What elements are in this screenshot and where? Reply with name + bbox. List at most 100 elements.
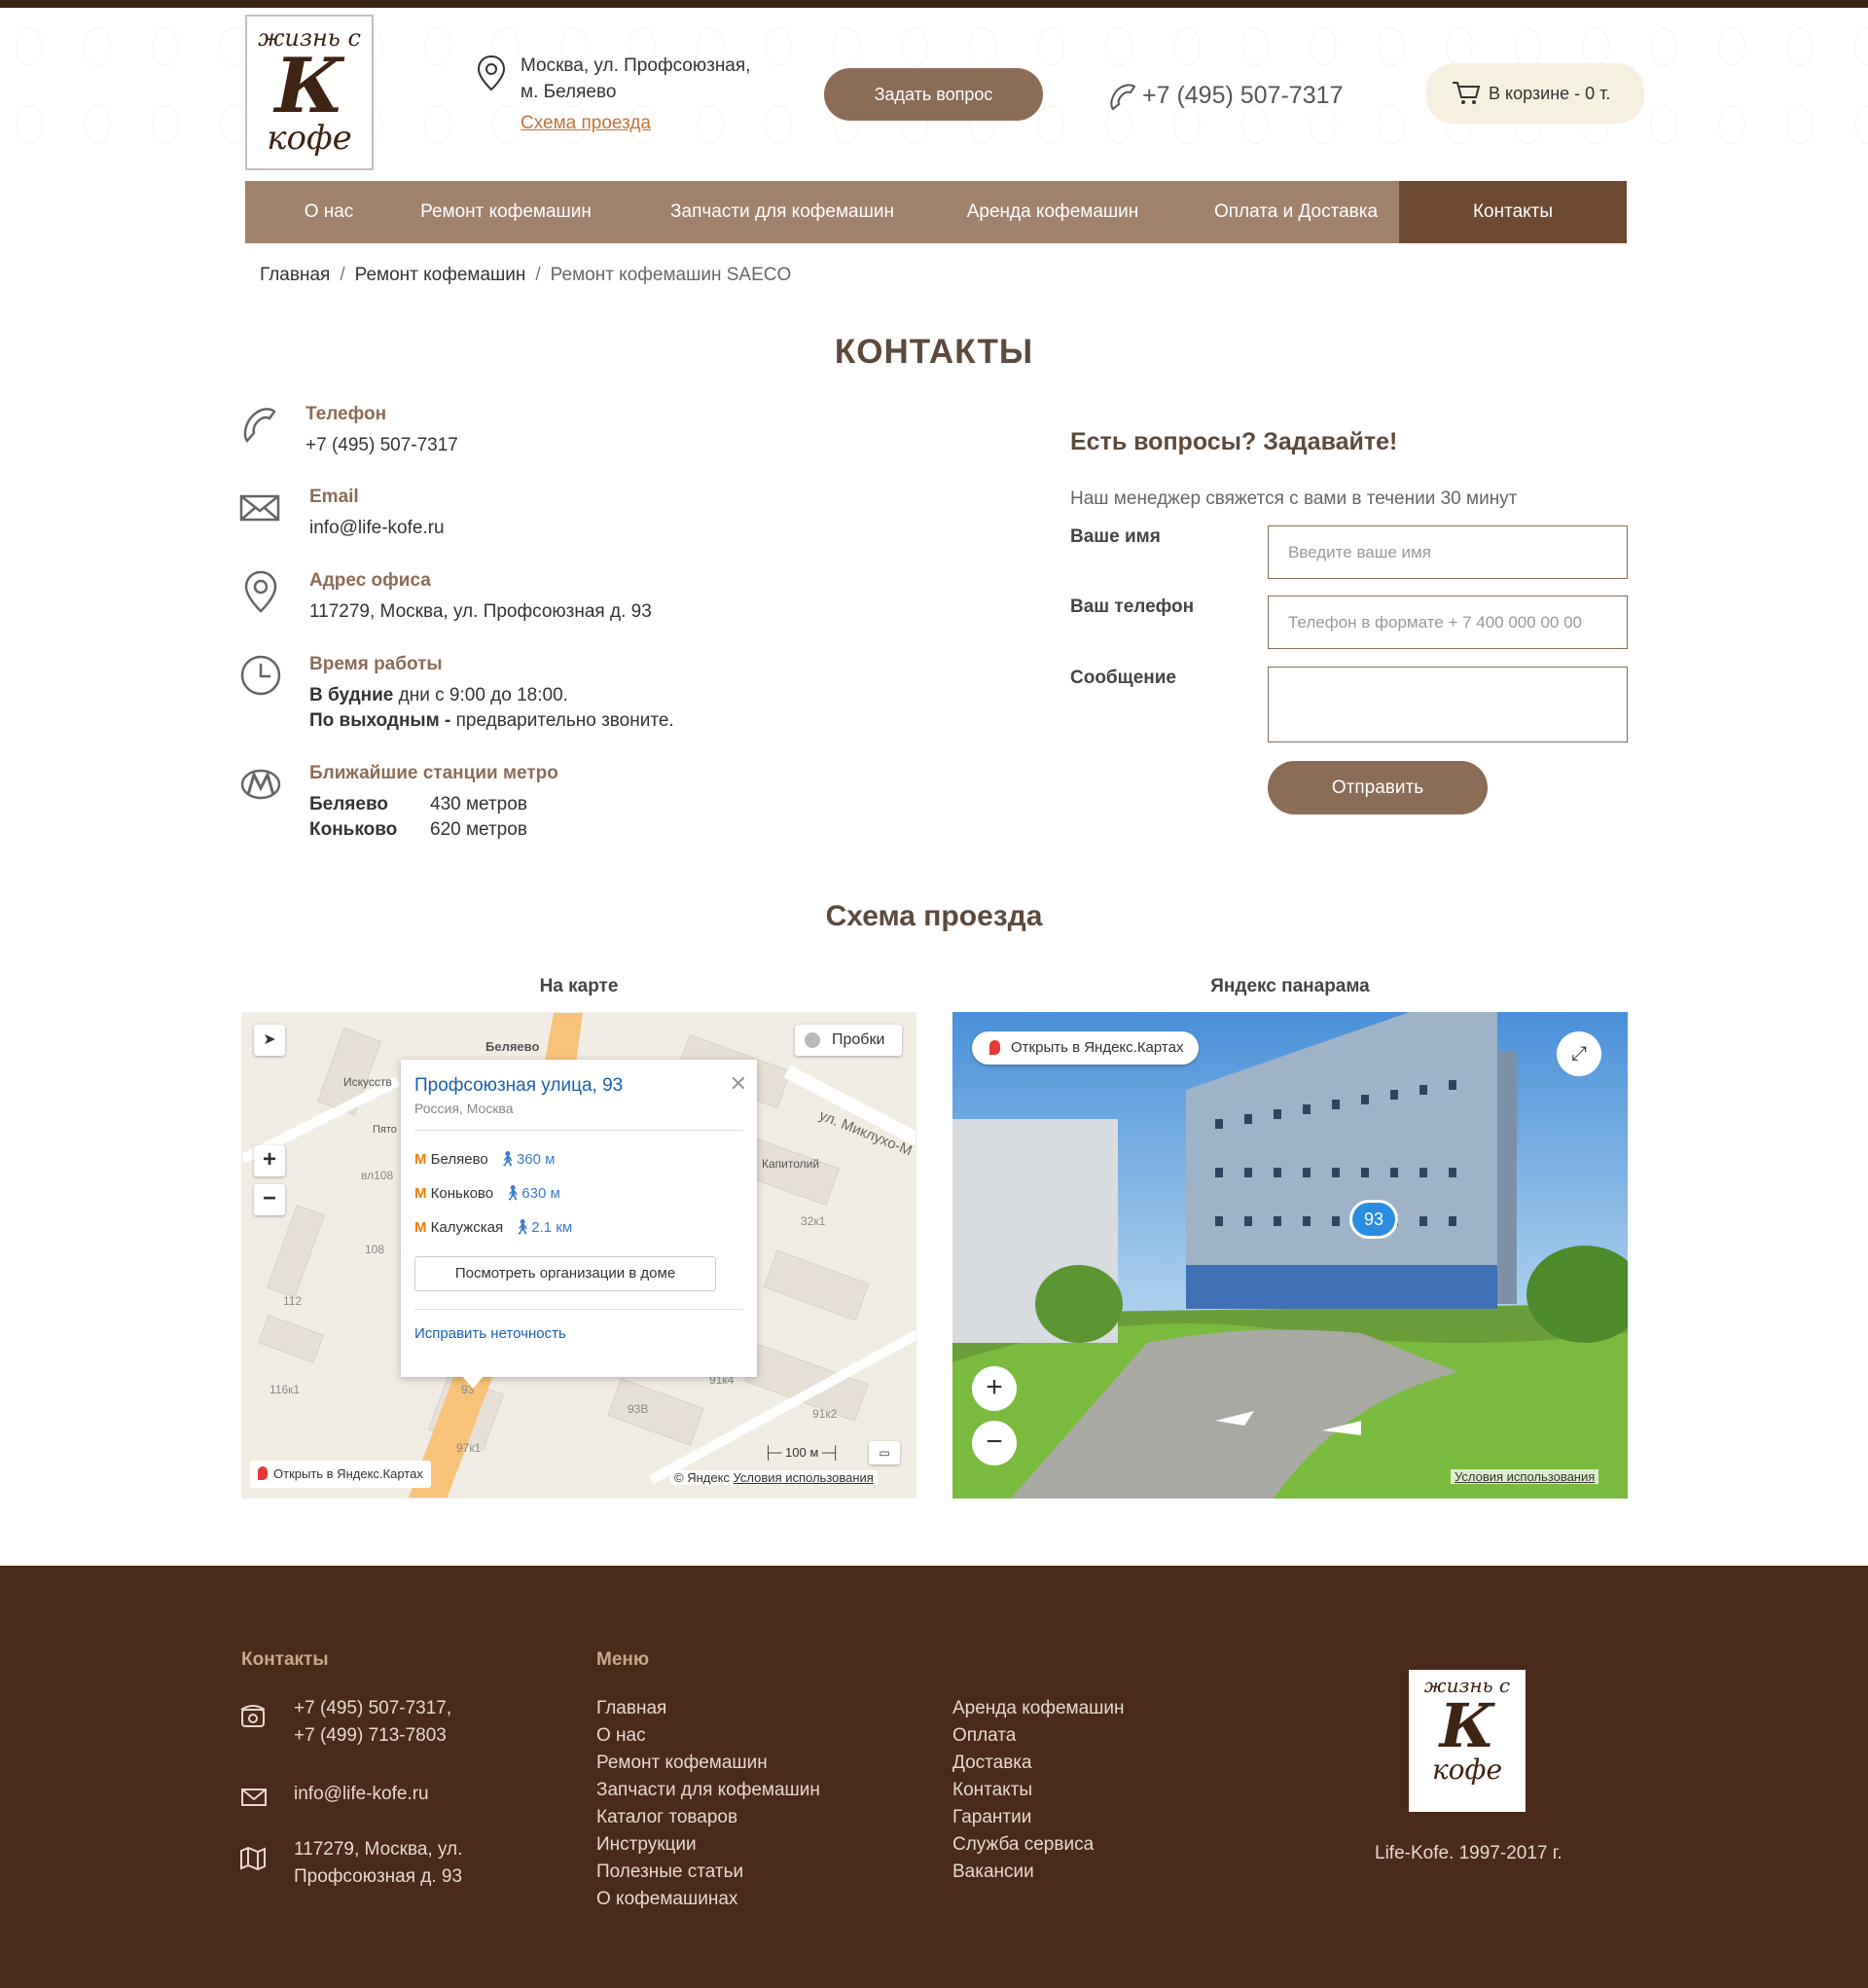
map-label: 112 <box>283 1294 303 1308</box>
zoom-out-icon[interactable]: − <box>254 1184 285 1215</box>
site-logo[interactable]: жизнь с К кофе <box>245 15 374 170</box>
footer-link[interactable]: Гарантии <box>952 1804 1125 1831</box>
fix-inaccuracy-link[interactable]: Исправить неточность <box>414 1309 743 1342</box>
nav-item-about[interactable]: О нас <box>245 181 413 243</box>
footer-link[interactable]: О кофемашинах <box>596 1886 820 1913</box>
terms-link[interactable]: Условия использования <box>1451 1469 1599 1484</box>
breadcrumb-separator: / <box>535 265 541 285</box>
footer-address-line2: Профсоюзная д. 93 <box>294 1866 463 1887</box>
nav-item-payment[interactable]: Оплата и Доставка <box>1179 181 1413 243</box>
map-pin-icon <box>258 1466 268 1480</box>
zoom-in-icon[interactable]: + <box>254 1145 285 1176</box>
map-label: 93В <box>628 1402 649 1416</box>
phone-input[interactable]: Телефон в формате + 7 400 000 00 00 <box>1268 596 1628 649</box>
contact-email-value[interactable]: info@life-kofe.ru <box>309 516 445 541</box>
phone-label: Ваш телефон <box>1070 596 1195 617</box>
scale-bar: ├─ 100 м ─┤ <box>764 1445 841 1460</box>
map-label: 108 <box>365 1243 385 1256</box>
route-heading: Схема проезда <box>825 900 1043 932</box>
breadcrumb-home[interactable]: Главная <box>260 265 330 285</box>
footer-link[interactable]: Доставка <box>952 1750 1125 1777</box>
footer-link[interactable]: Аренда кофемашин <box>952 1695 1125 1722</box>
map-popup: Профсоюзная улица, 93 Россия, Москва ✕ M… <box>401 1060 757 1377</box>
traffic-icon <box>805 1032 820 1048</box>
terms-link[interactable]: Условия использования <box>734 1470 874 1485</box>
form-subtitle: Наш менеджер свяжется с вами в течении 3… <box>1070 488 1518 509</box>
submit-button[interactable]: Отправить <box>1268 761 1488 814</box>
footer-link[interactable]: Контакты <box>952 1777 1125 1804</box>
location-pin-icon <box>244 570 277 613</box>
footer-phone-1[interactable]: +7 (495) 507-7317, <box>294 1695 451 1722</box>
view-organizations-button[interactable]: Посмотреть организации в доме <box>414 1256 716 1291</box>
name-label: Ваше имя <box>1070 526 1161 547</box>
footer-menu-col1: Главная О нас Ремонт кофемашин Запчасти … <box>596 1695 820 1913</box>
site-footer: Контакты +7 (495) 507-7317, +7 (499) 713… <box>0 1566 1868 1988</box>
zoom-out-icon[interactable]: − <box>972 1421 1017 1465</box>
message-textarea[interactable] <box>1268 667 1628 742</box>
footer-link[interactable]: Инструкции <box>596 1831 820 1859</box>
footer-link[interactable]: Ремонт кофемашин <box>596 1750 820 1777</box>
traffic-button[interactable]: Пробки <box>795 1025 902 1056</box>
name-input[interactable]: Введите ваше имя <box>1268 525 1628 579</box>
breadcrumb-repair[interactable]: Ремонт кофемашин <box>355 265 526 285</box>
footer-link[interactable]: Служба сервиса <box>952 1831 1125 1859</box>
clock-icon <box>240 655 281 696</box>
footer-email[interactable]: info@life-kofe.ru <box>294 1781 429 1808</box>
footer-link[interactable]: Главная <box>596 1695 820 1722</box>
metro-list: Беляево 430 метров Коньково 620 метров <box>309 792 699 843</box>
house-number-badge[interactable]: 93 <box>1349 1200 1398 1239</box>
footer-address-line1: 117279, Москва, ул. <box>294 1839 463 1860</box>
metro-icon: M <box>414 1151 427 1168</box>
contact-hours: Время работы В будние дни с 9:00 до 18:0… <box>239 654 823 738</box>
footer-link[interactable]: Каталог товаров <box>596 1804 820 1831</box>
breadcrumb-current: Ремонт кофемашин SAECO <box>550 265 792 285</box>
zoom-in-icon[interactable]: + <box>972 1366 1017 1411</box>
metro-name: Калужская <box>430 1219 504 1236</box>
footer-contacts-title: Контакты <box>241 1649 329 1670</box>
popup-metro-item: M Коньково 🚶︎630 м <box>414 1176 743 1211</box>
route-link[interactable]: Схема проезда <box>521 110 651 136</box>
footer-link[interactable]: Полезные статьи <box>596 1859 820 1886</box>
contact-phone-value[interactable]: +7 (495) 507-7317 <box>305 433 458 458</box>
page-title: КОНТАКТЫ <box>834 333 1034 371</box>
footer-link[interactable]: Оплата <box>952 1722 1125 1750</box>
footer-menu-title: Меню <box>596 1649 650 1670</box>
popup-metro-item: M Беляево 🚶︎360 м <box>414 1142 743 1176</box>
nav-item-rent[interactable]: Аренда кофемашин <box>936 181 1169 243</box>
yandex-panorama[interactable]: Открыть в Яндекс.Картах ⤢ 93 + − Условия… <box>952 1012 1628 1499</box>
footer-link[interactable]: Запчасти для кофемашин <box>596 1777 820 1804</box>
footer-phone-2[interactable]: +7 (499) 713-7803 <box>294 1722 451 1750</box>
nav-item-repair[interactable]: Ремонт кофемашин <box>413 181 599 243</box>
metro-dist: 360 м <box>516 1151 556 1168</box>
open-in-yandex-maps-link[interactable]: Открыть в Яндекс.Картах <box>972 1031 1200 1065</box>
footer-logo[interactable]: жизнь с К кофе <box>1409 1670 1526 1812</box>
ruler-icon[interactable]: ▭ <box>869 1441 900 1464</box>
popup-subtitle: Россия, Москва <box>414 1101 514 1116</box>
map-copyright: © Яндекс Условия использования <box>670 1470 878 1485</box>
header-phone[interactable]: +7 (495) 507-7317 <box>1142 82 1343 110</box>
contact-email: Email info@life-kofe.ru <box>239 487 823 545</box>
yandex-map[interactable]: Беляево Искусств Пято ул. Миклухо-М Капи… <box>241 1012 916 1499</box>
popup-metro-list: M Беляево 🚶︎360 м M Коньково 🚶︎630 м M К… <box>414 1130 743 1245</box>
walk-icon: 🚶︎ <box>503 1185 522 1202</box>
open-in-yandex-maps-link[interactable]: Открыть в Яндекс.Картах <box>250 1461 431 1488</box>
breadcrumb-separator: / <box>340 265 345 285</box>
logo-text-bottom: кофе <box>267 119 352 158</box>
footer-link[interactable]: О нас <box>596 1722 820 1750</box>
close-icon[interactable]: ✕ <box>730 1071 747 1097</box>
weekdays-label: В будние <box>309 685 394 705</box>
nav-item-parts[interactable]: Запчасти для кофемашин <box>665 181 899 243</box>
geolocation-icon[interactable]: ➤ <box>254 1025 285 1056</box>
open-link-label: Открыть в Яндекс.Картах <box>273 1466 423 1481</box>
contact-metro-title: Ближайшие станции метро <box>309 763 558 783</box>
cart-button[interactable]: В корзине - 0 т. <box>1426 63 1644 124</box>
cart-label: В корзине - 0 т. <box>1489 84 1611 103</box>
footer-link[interactable]: Вакансии <box>952 1859 1125 1886</box>
fullscreen-icon[interactable]: ⤢ <box>1557 1031 1601 1076</box>
metro-icon: M <box>414 1219 427 1236</box>
nav-item-contacts[interactable]: Контакты <box>1399 181 1627 243</box>
metro-dist: 2.1 км <box>531 1219 573 1236</box>
address-line2: м. Беляево <box>521 82 617 102</box>
cart-icon <box>1453 82 1481 104</box>
ask-question-button[interactable]: Задать вопрос <box>824 68 1043 121</box>
